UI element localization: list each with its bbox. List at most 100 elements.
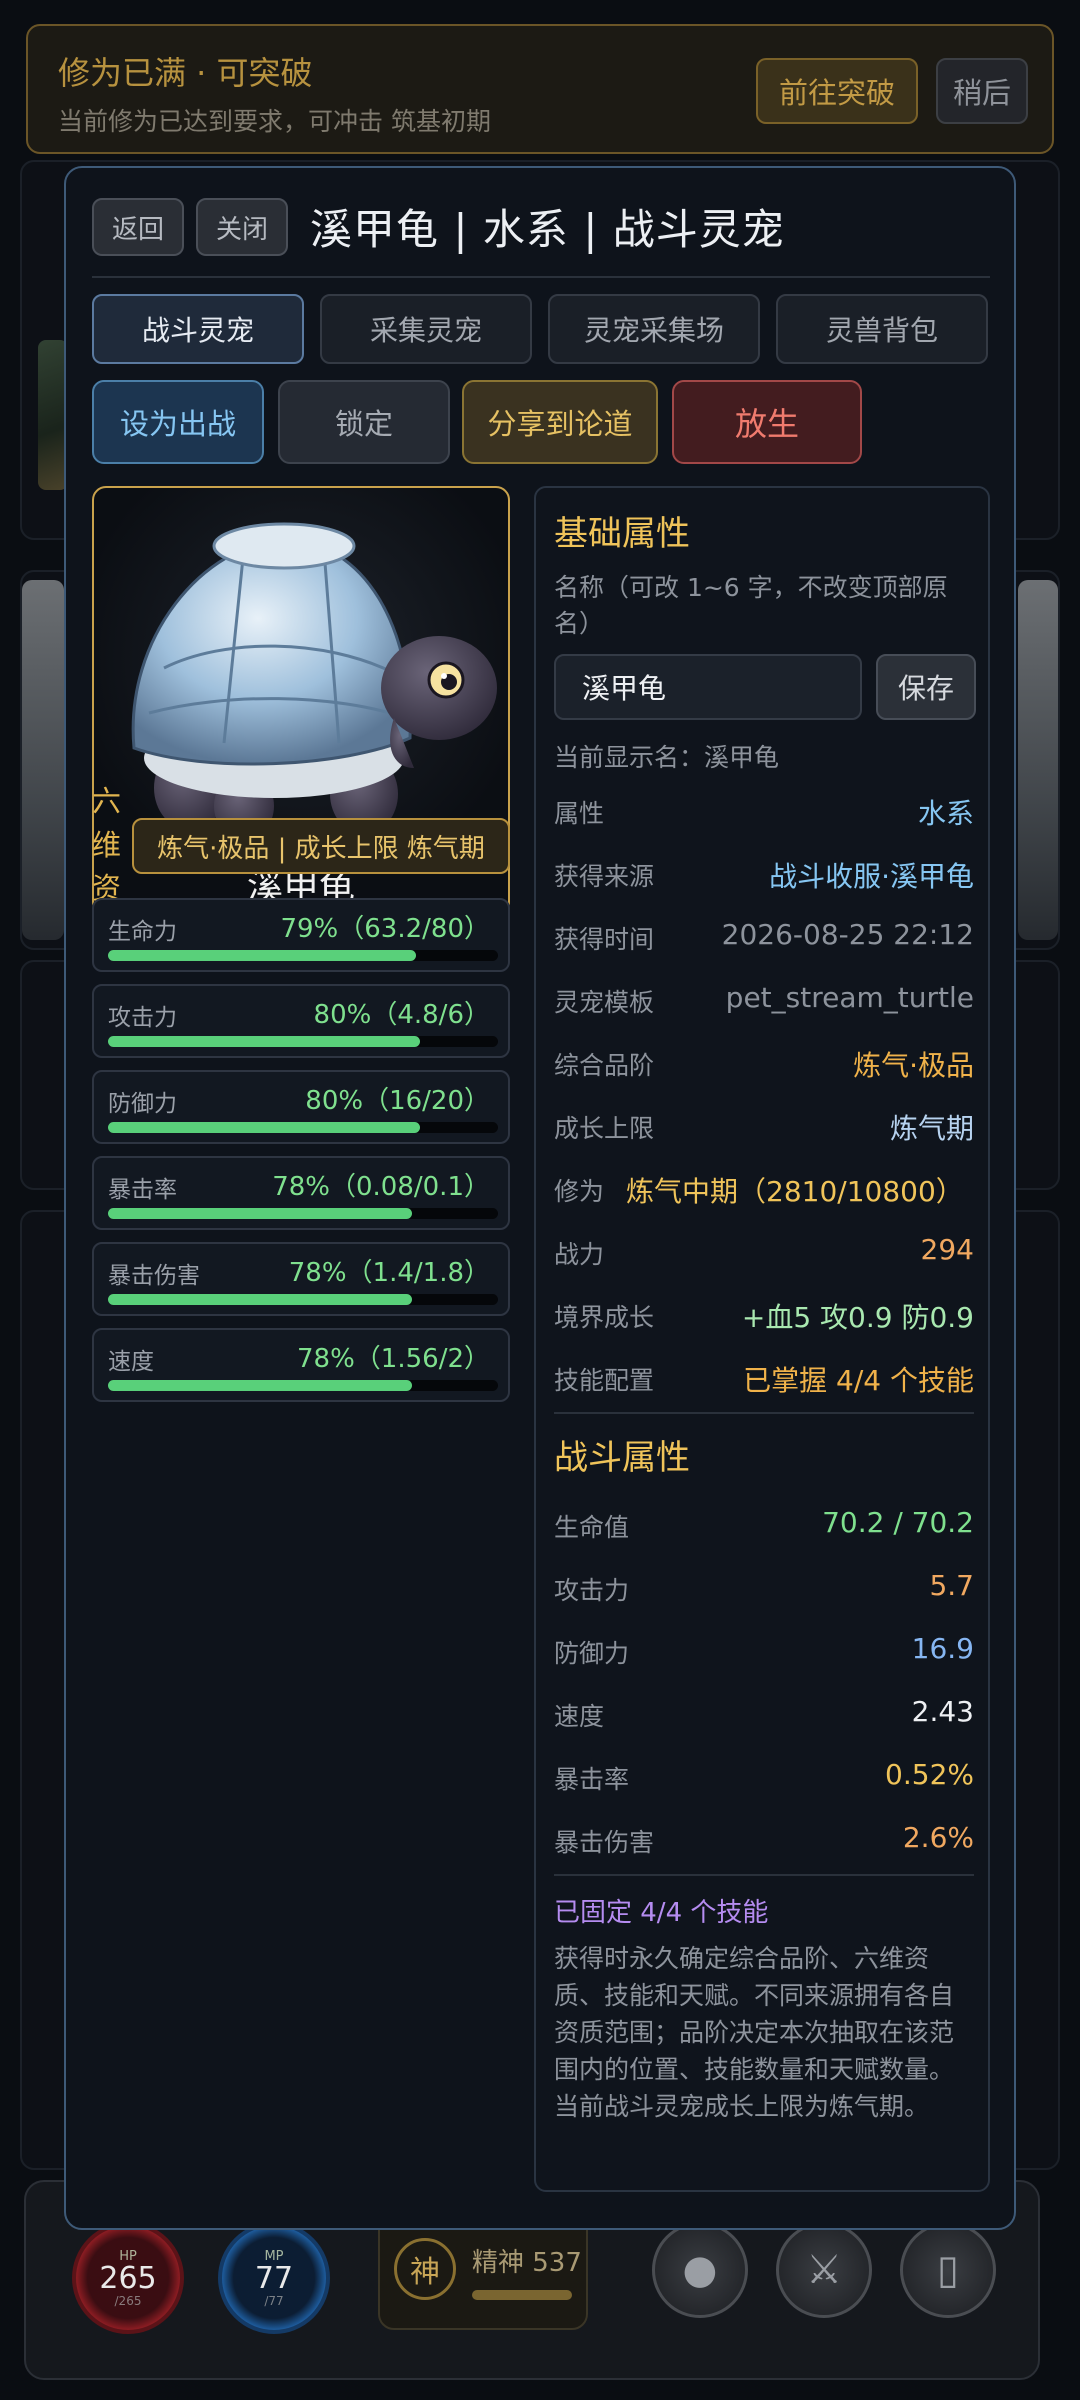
stat-card: 速度 78%（1.56/2）: [92, 1328, 510, 1402]
skills-fixed-label: 已固定 4/4 个技能: [554, 1898, 769, 1928]
phone-icon[interactable]: ▯: [900, 2222, 996, 2318]
share-button[interactable]: 分享到论道: [462, 380, 658, 464]
stat-card: 暴击伤害 78%（1.4/1.8）: [92, 1242, 510, 1316]
current-display-name: 当前显示名：溪甲龟: [554, 743, 780, 772]
row-key: 获得来源: [554, 862, 655, 891]
stat-bar-track: [108, 1036, 498, 1047]
stat-value: 80%（4.8/6）: [313, 1000, 490, 1030]
stat-bar-track: [108, 1380, 498, 1391]
row-value: 5.7: [929, 1569, 974, 1602]
save-name-button[interactable]: 保存: [876, 654, 976, 720]
attr-row-power: 战力 294: [554, 1231, 974, 1271]
hp-max: /265: [114, 2293, 142, 2308]
stat-name: 速度: [108, 1349, 154, 1375]
row-value: pet_stream_turtle: [725, 981, 974, 1014]
banner-subtitle: 当前修为已达到要求，可冲击 筑基初期: [58, 107, 491, 136]
stat-bar-fill: [108, 1208, 413, 1219]
bg-landscape-left: [22, 580, 64, 940]
stat-bar-fill: [108, 950, 417, 961]
row-key: 技能配置: [554, 1366, 655, 1395]
tab-gather-field[interactable]: 灵宠采集场: [548, 294, 760, 364]
row-value: 水系: [917, 797, 974, 830]
tab-beast-bag[interactable]: 灵兽背包: [776, 294, 988, 364]
hp-orb[interactable]: HP 265 /265: [72, 2222, 184, 2334]
attr-row-grade: 综合品阶 炼气·极品: [554, 1042, 974, 1082]
combat-row-crit-rate: 暴击率 0.52%: [554, 1756, 974, 1796]
row-value: 炼气期: [889, 1112, 974, 1145]
stat-value: 79%（63.2/80）: [280, 914, 490, 944]
attr-row-skills: 技能配置 已掌握 4/4 个技能: [554, 1357, 974, 1397]
row-key: 暴击伤害: [554, 1828, 655, 1857]
stat-name: 暴击伤害: [108, 1263, 200, 1289]
row-value: 2.43: [911, 1695, 974, 1728]
name-hint: 名称（可改 1~6 字，不改变顶部原名）: [554, 573, 948, 638]
row-key: 战力: [554, 1240, 605, 1269]
row-key: 暴击率: [554, 1765, 630, 1794]
stat-bar-fill: [108, 1036, 420, 1047]
deploy-button[interactable]: 设为出战: [92, 380, 264, 464]
stat-card: 暴击率 78%（0.08/0.1）: [92, 1156, 510, 1230]
release-button[interactable]: 放生: [672, 380, 862, 464]
row-value: 16.9: [911, 1632, 974, 1665]
row-key: 修为: [554, 1177, 605, 1206]
row-key: 获得时间: [554, 925, 655, 954]
pet-detail-modal: 返回 关闭 溪甲龟 | 水系 | 战斗灵宠 战斗灵宠 采集灵宠 灵宠采集场 灵兽…: [64, 166, 1016, 2230]
stat-card: 生命力 79%（63.2/80）: [92, 898, 510, 972]
crossed-swords-icon[interactable]: ⚔: [776, 2222, 872, 2318]
bag-icon[interactable]: ●: [652, 2222, 748, 2318]
attr-row-realm-growth: 境界成长 +血5 攻0.9 防0.9: [554, 1294, 974, 1334]
go-breakthrough-button[interactable]: 前往突破: [756, 58, 918, 124]
bg-landscape-right: [1018, 580, 1058, 940]
mp-value: 77: [254, 2260, 294, 2296]
stat-value: 80%（16/20）: [305, 1086, 490, 1116]
stat-bar-fill: [108, 1294, 413, 1305]
stat-card: 防御力 80%（16/20）: [92, 1070, 510, 1144]
later-button[interactable]: 稍后: [936, 58, 1028, 124]
combat-row-attack: 攻击力 5.7: [554, 1567, 974, 1607]
attributes-panel: 基础属性 名称（可改 1~6 字，不改变顶部原名） 保存 当前显示名：溪甲龟 属…: [534, 486, 990, 2192]
tab-battle-pet[interactable]: 战斗灵宠: [92, 294, 304, 364]
stat-name: 防御力: [108, 1091, 177, 1117]
row-value: 炼气中期（2810/10800）: [626, 1175, 964, 1208]
aptitude-badge: 炼气·极品 | 成长上限 炼气期: [132, 818, 510, 874]
close-button[interactable]: 关闭: [196, 198, 288, 256]
row-key: 成长上限: [554, 1114, 655, 1143]
row-value: +血5 攻0.9 防0.9: [741, 1301, 974, 1334]
hp-label: HP: [119, 2248, 137, 2264]
attr-row-template: 灵宠模板 pet_stream_turtle: [554, 979, 974, 1019]
row-value: 炼气·极品: [853, 1049, 974, 1082]
row-key: 境界成长: [554, 1303, 655, 1332]
modal-title: 溪甲龟 | 水系 | 战斗灵宠: [310, 205, 785, 254]
pet-name-input[interactable]: [554, 654, 862, 720]
stat-bar-track: [108, 1122, 498, 1133]
mp-orb[interactable]: MP 77 /77: [218, 2222, 330, 2334]
tab-gather-pet[interactable]: 采集灵宠: [320, 294, 532, 364]
row-key: 生命值: [554, 1513, 630, 1542]
basic-attributes-title: 基础属性: [554, 514, 690, 554]
attr-row-source: 获得来源 战斗收服·溪甲龟: [554, 853, 974, 893]
row-key: 速度: [554, 1702, 605, 1731]
combat-row-speed: 速度 2.43: [554, 1693, 974, 1733]
row-value: 294: [920, 1233, 974, 1266]
combat-row-hp: 生命值 70.2 / 70.2: [554, 1504, 974, 1544]
lock-button[interactable]: 锁定: [278, 380, 450, 464]
mp-max: /77: [264, 2293, 284, 2308]
stat-bar-track: [108, 950, 498, 961]
stat-bar-track: [108, 1208, 498, 1219]
row-value: 2.6%: [902, 1821, 974, 1854]
row-value: 0.52%: [885, 1758, 974, 1791]
stat-name: 生命力: [108, 919, 177, 945]
stat-bar-track: [108, 1294, 498, 1305]
row-value: 2026-08-25 22:12: [721, 918, 974, 951]
pet-description: 获得时永久确定综合品阶、六维资质、技能和天赋。不同来源拥有各自资质范围；品阶决定…: [554, 1944, 955, 2121]
stat-value: 78%（1.56/2）: [297, 1344, 490, 1374]
mp-label: MP: [264, 2248, 284, 2264]
back-button[interactable]: 返回: [92, 198, 184, 256]
row-key: 防御力: [554, 1639, 630, 1668]
spirit-label: 精神 537: [472, 2248, 582, 2278]
row-value: 已掌握 4/4 个技能: [743, 1364, 974, 1397]
section-divider: [554, 1412, 974, 1414]
combat-row-crit-damage: 暴击伤害 2.6%: [554, 1819, 974, 1859]
row-key: 攻击力: [554, 1576, 630, 1605]
combat-row-defense: 防御力 16.9: [554, 1630, 974, 1670]
